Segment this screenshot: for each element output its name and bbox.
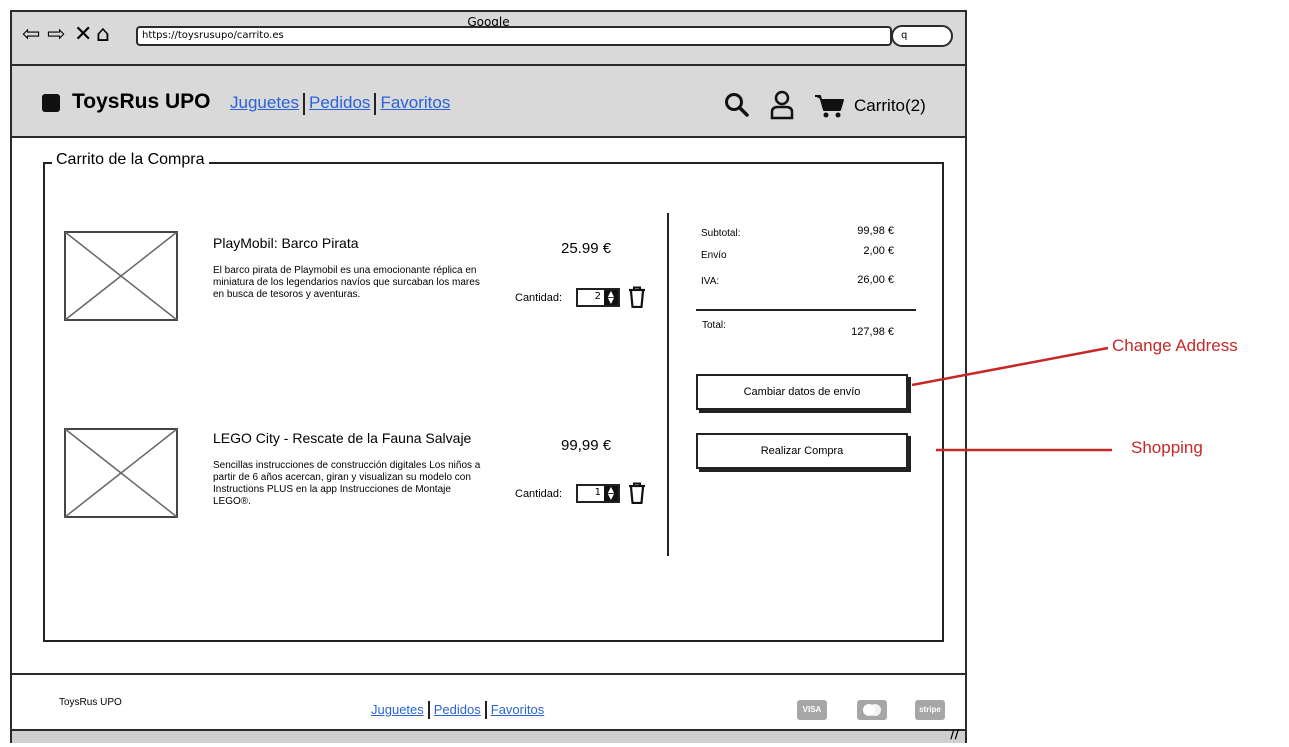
visa-icon: VISA bbox=[797, 700, 827, 720]
nav-separator bbox=[484, 701, 487, 719]
annotation-lines bbox=[911, 346, 1112, 452]
nav-separator bbox=[427, 701, 430, 719]
footer-brand: ToysRus UPO bbox=[59, 697, 122, 708]
stripe-icon: stripe bbox=[915, 700, 945, 720]
browser-statusbar: // bbox=[12, 727, 965, 743]
footer-link-favoritos[interactable]: Favoritos bbox=[491, 702, 544, 717]
mastercard-icon bbox=[857, 700, 887, 720]
footer-nav: Juguetes Pedidos Favoritos bbox=[371, 701, 544, 719]
footer-link-pedidos[interactable]: Pedidos bbox=[434, 702, 481, 717]
resize-grip-icon[interactable]: // bbox=[950, 727, 959, 741]
footer-link-juguetes[interactable]: Juguetes bbox=[371, 702, 424, 717]
annotation-shopping: Shopping bbox=[1131, 438, 1203, 457]
annotation-change-address: Change Address bbox=[1112, 336, 1238, 355]
site-footer: ToysRus UPO Juguetes Pedidos Favoritos VIS… bbox=[12, 673, 965, 731]
